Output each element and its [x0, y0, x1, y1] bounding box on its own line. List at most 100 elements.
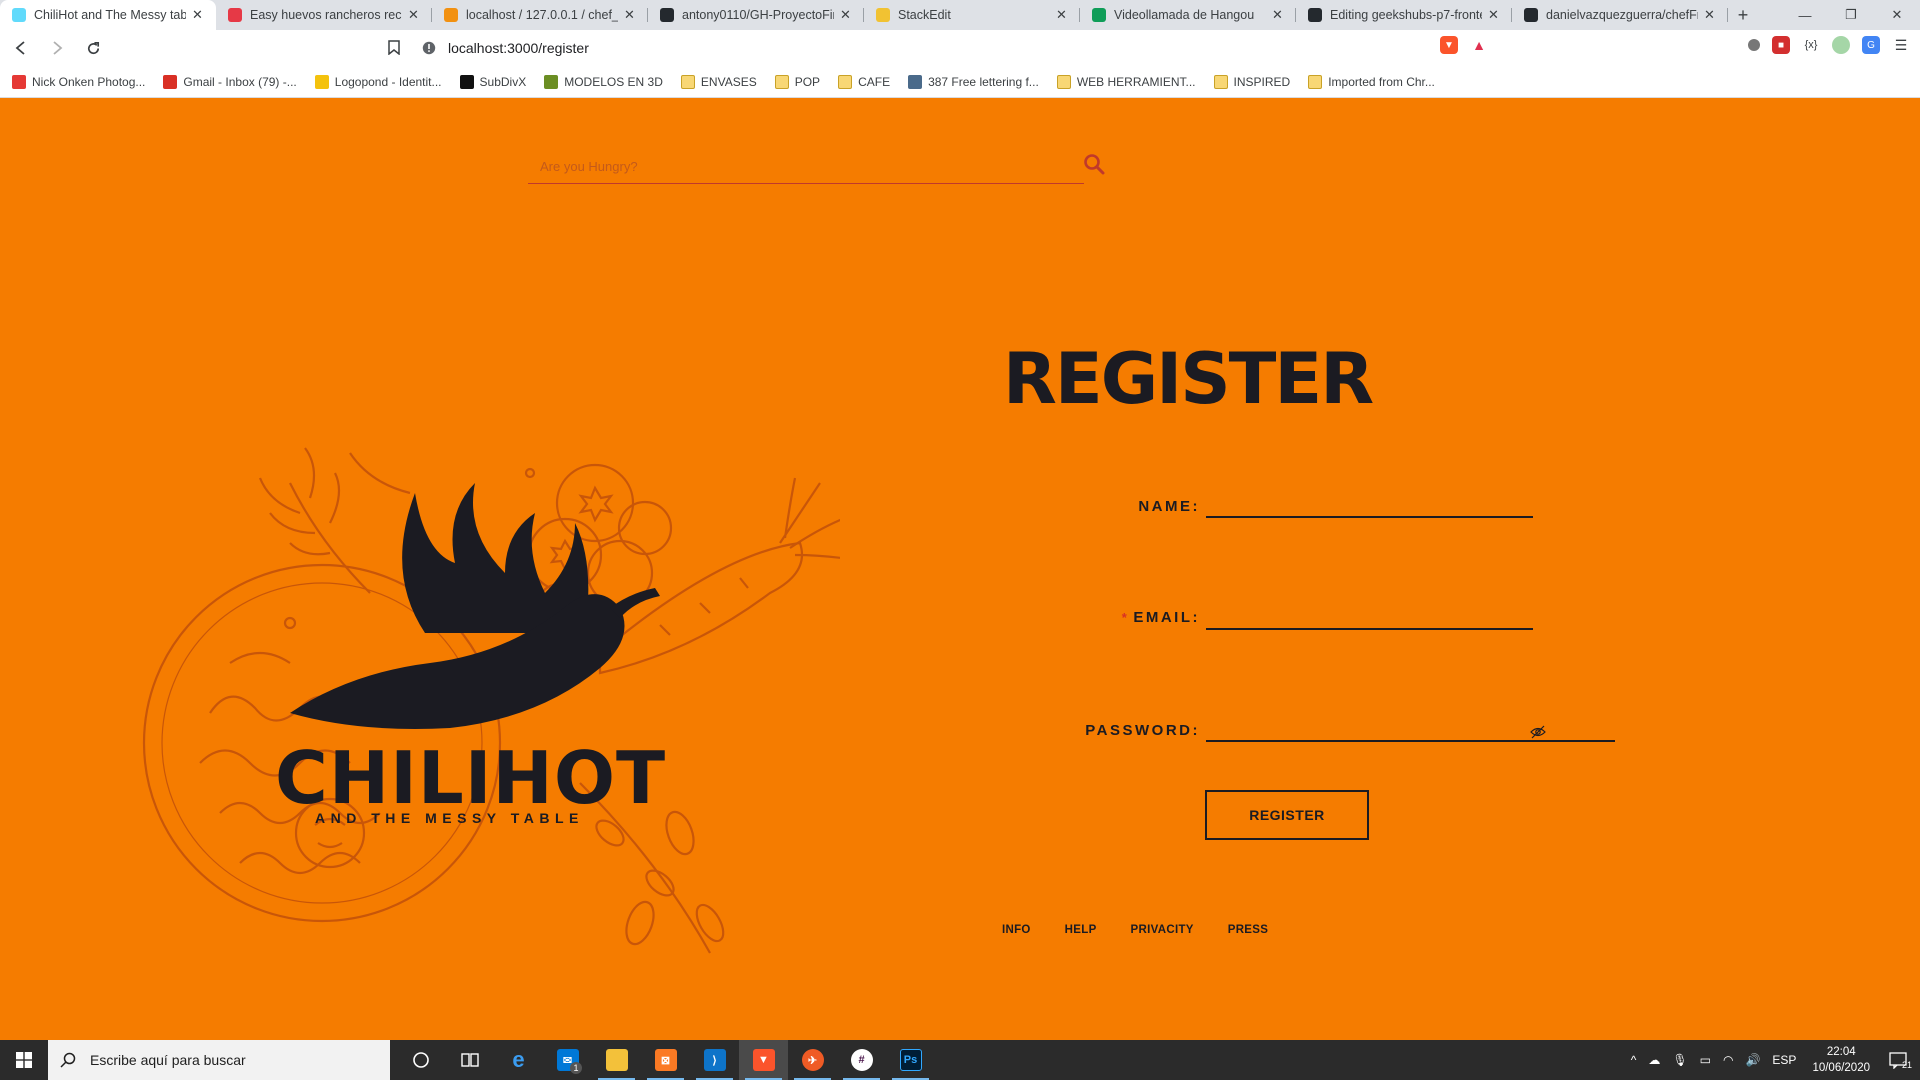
bookmark-label: CAFE — [858, 74, 891, 89]
tab-title: localhost / 127.0.0.1 / chef_dc — [466, 8, 618, 22]
toggle-password-visibility-icon[interactable] — [1530, 724, 1546, 740]
task-view-button[interactable] — [445, 1040, 494, 1080]
folder-icon — [1056, 74, 1071, 89]
name-field[interactable] — [1206, 490, 1533, 518]
microphone-icon[interactable]: 🎙 — [1672, 1053, 1687, 1067]
bookmark-item[interactable]: ENVASES — [680, 74, 757, 89]
extension-red-icon[interactable]: ■ — [1772, 36, 1790, 54]
slack-app[interactable]: # — [837, 1040, 886, 1080]
close-tab-icon[interactable]: ✕ — [408, 7, 422, 23]
show-hidden-icons-icon[interactable]: ^ — [1631, 1053, 1637, 1067]
bookmark-item[interactable]: Imported from Chr... — [1308, 74, 1435, 89]
footer-link-help[interactable]: HELP — [1065, 924, 1097, 936]
search-icon — [60, 1052, 76, 1068]
forward-button[interactable] — [42, 33, 72, 63]
bookmark-item[interactable]: CAFE — [838, 74, 891, 89]
mail-app[interactable]: ✉ 1 — [543, 1040, 592, 1080]
footer-link-press[interactable]: PRESS — [1228, 924, 1269, 936]
register-page: CHILIHOT AND THE MESSY TABLE REGISTER NA… — [0, 98, 1920, 1040]
close-tab-icon[interactable]: ✕ — [1704, 7, 1718, 23]
postman-app[interactable]: ✈ — [788, 1040, 837, 1080]
footer-link-privacity[interactable]: PRIVACITY — [1131, 924, 1194, 936]
browser-tab[interactable]: Easy huevos rancheros recipe ✕ — [216, 0, 432, 30]
bookmark-item[interactable]: WEB HERRAMIENT... — [1056, 74, 1196, 89]
input-language[interactable]: ESP — [1772, 1053, 1796, 1067]
menu-icon[interactable]: ☰ — [1892, 36, 1910, 54]
bookmark-label: Imported from Chr... — [1328, 74, 1435, 89]
battery-icon[interactable]: ▭ — [1700, 1053, 1711, 1067]
minimize-button[interactable]: — — [1782, 0, 1828, 30]
bookmark-item[interactable]: INSPIRED — [1213, 74, 1290, 89]
bookmark-item[interactable]: Gmail - Inbox (79) -... — [163, 74, 297, 89]
photoshop-app[interactable]: Ps — [886, 1040, 935, 1080]
translate-icon[interactable]: G — [1862, 36, 1880, 54]
action-center-button[interactable]: 21 — [1880, 1050, 1920, 1070]
browser-tab[interactable]: StackEdit ✕ — [864, 0, 1080, 30]
folder-icon — [774, 74, 789, 89]
wifi-icon[interactable]: ◠ — [1723, 1053, 1733, 1067]
vscode-app[interactable]: ⟩ — [690, 1040, 739, 1080]
bookmark-label: SubDivX — [479, 74, 527, 89]
bookmark-page-icon[interactable] — [388, 40, 400, 58]
new-tab-button[interactable]: + — [1728, 0, 1758, 30]
close-tab-icon[interactable]: ✕ — [1272, 7, 1286, 23]
browser-toolbar: localhost:3000/register ▼ ▲ ■ {x} G ☰ — [0, 30, 1920, 66]
phpmyadmin-icon — [444, 8, 458, 22]
back-button[interactable] — [6, 33, 36, 63]
bookmark-item[interactable]: POP — [774, 74, 820, 89]
browser-tab[interactable]: danielvazquezguerra/chefFro ✕ — [1512, 0, 1728, 30]
xampp-app[interactable]: ⊠ — [641, 1040, 690, 1080]
github-icon — [1524, 8, 1538, 22]
extension-code-icon[interactable]: {x} — [1802, 36, 1820, 54]
browser-tab[interactable]: localhost / 127.0.0.1 / chef_dc ✕ — [432, 0, 648, 30]
close-tab-icon[interactable]: ✕ — [840, 7, 854, 23]
address-bar[interactable]: localhost:3000/register — [420, 34, 1430, 62]
browser-tab[interactable]: Videollamada de Hangou ✕ — [1080, 0, 1296, 30]
clock[interactable]: 22:04 10/06/2020 — [1812, 1044, 1870, 1076]
restore-button[interactable]: ❐ — [1828, 0, 1874, 30]
volume-icon[interactable]: 🔊 — [1745, 1053, 1760, 1067]
forward-arrow-icon — [53, 41, 63, 55]
brave-app[interactable]: ▼ — [739, 1040, 788, 1080]
browser-tab[interactable]: Editing geekshubs-p7-fronte ✕ — [1296, 0, 1512, 30]
close-tab-icon[interactable]: ✕ — [1056, 7, 1070, 23]
footer-link-info[interactable]: INFO — [1002, 924, 1031, 936]
taskbar-search[interactable]: Escribe aquí para buscar — [48, 1040, 390, 1080]
edge-app[interactable]: e — [494, 1040, 543, 1080]
stackedit-icon — [876, 8, 890, 22]
search-input[interactable] — [528, 150, 1048, 182]
bookmark-label: 387 Free lettering f... — [928, 74, 1039, 89]
brave-shields-icon[interactable]: ▼ — [1440, 36, 1458, 54]
reload-button[interactable] — [78, 33, 108, 63]
brave-rewards-icon[interactable]: ▲ — [1470, 36, 1488, 54]
browser-tab[interactable]: ChiliHot and The Messy table. ✕ — [0, 0, 216, 30]
register-button[interactable]: REGISTER — [1205, 790, 1369, 840]
password-field[interactable] — [1206, 714, 1615, 742]
file-explorer-app[interactable] — [592, 1040, 641, 1080]
github-icon — [660, 8, 674, 22]
extension-dot-icon[interactable] — [1748, 39, 1760, 51]
bookmark-item[interactable]: Logopond - Identit... — [314, 74, 442, 89]
edge-icon: e — [512, 1047, 525, 1072]
slack-icon: # — [850, 1049, 873, 1071]
start-button[interactable] — [0, 1040, 48, 1080]
search-icon[interactable] — [1080, 150, 1108, 178]
close-tab-icon[interactable]: ✕ — [624, 7, 638, 23]
email-field[interactable] — [1206, 602, 1533, 630]
extensions-area: ▼ ▲ — [1440, 36, 1488, 54]
close-window-button[interactable]: ✕ — [1874, 0, 1920, 30]
cortana-icon — [412, 1052, 429, 1068]
bookmark-item[interactable]: Nick Onken Photog... — [12, 74, 145, 89]
bookmark-item[interactable]: MODELOS EN 3D — [544, 74, 663, 89]
cortana-button[interactable] — [396, 1040, 445, 1080]
site-info-icon[interactable] — [420, 39, 438, 57]
browser-tab[interactable]: antony0110/GH-ProyectoFina ✕ — [648, 0, 864, 30]
vscode-icon: ⟩ — [703, 1049, 726, 1071]
onedrive-icon[interactable]: ☁ — [1648, 1053, 1660, 1067]
bookmark-item[interactable]: SubDivX — [459, 74, 527, 89]
close-tab-icon[interactable]: ✕ — [1488, 7, 1502, 23]
required-marker: * — [1121, 610, 1130, 625]
bookmark-item[interactable]: 387 Free lettering f... — [908, 74, 1039, 89]
extension-green-icon[interactable] — [1832, 36, 1850, 54]
close-tab-icon[interactable]: ✕ — [192, 7, 206, 23]
